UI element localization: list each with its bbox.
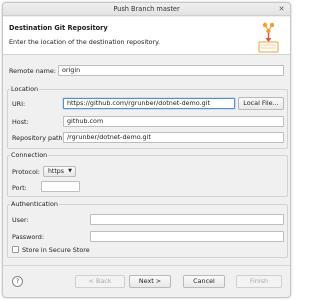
password-label: Password:	[12, 233, 45, 241]
page-title: Destination Git Repository	[9, 24, 108, 32]
port-label: Port:	[12, 184, 27, 192]
protocol-value: https	[48, 168, 64, 175]
wizard-header: Destination Git Repository Enter the loc…	[3, 17, 290, 55]
back-button[interactable]: < Back	[75, 275, 125, 288]
help-icon[interactable]: ?	[12, 276, 23, 287]
next-button[interactable]: Next >	[129, 275, 171, 288]
uri-label: URI:	[12, 100, 26, 108]
repository-path-label: Repository path:	[12, 134, 65, 142]
cancel-button[interactable]: Cancel	[183, 275, 225, 288]
push-branch-dialog: Push Branch master ✕ Destination Git Rep…	[2, 2, 291, 298]
password-field[interactable]	[90, 231, 284, 242]
location-group-title: Location	[10, 85, 40, 93]
protocol-dropdown[interactable]: https ▼	[43, 166, 76, 177]
window-title: Push Branch master	[113, 5, 180, 13]
remote-name-field[interactable]: origin	[58, 65, 284, 76]
uri-field[interactable]: https://github.com/rgrunber/dotnet-demo.…	[63, 98, 235, 109]
finish-button[interactable]: Finish	[236, 275, 282, 288]
title-bar: Push Branch master ✕	[3, 3, 290, 16]
close-icon[interactable]: ✕	[278, 6, 285, 13]
authentication-group-title: Authentication	[10, 200, 59, 208]
page-description: Enter the location of the destination re…	[9, 38, 161, 46]
git-push-wizard-icon	[258, 22, 279, 53]
store-in-secure-store-checkbox[interactable]	[12, 246, 19, 253]
user-field[interactable]	[90, 214, 284, 225]
protocol-label: Protocol:	[12, 168, 40, 176]
store-in-secure-store-label: Store in Secure Store	[22, 246, 90, 254]
port-field[interactable]	[41, 181, 80, 192]
footer-divider	[3, 265, 290, 266]
remote-name-label: Remote name:	[9, 67, 56, 75]
user-label: User:	[12, 216, 29, 224]
connection-group-title: Connection	[10, 151, 49, 159]
local-file-button[interactable]: Local File...	[238, 97, 284, 110]
chevron-down-icon: ▼	[68, 168, 72, 174]
host-label: Host:	[12, 118, 29, 126]
repository-path-field[interactable]: /rgrunber/dotnet-demo.git	[63, 132, 284, 143]
host-field[interactable]: github.com	[63, 116, 284, 127]
